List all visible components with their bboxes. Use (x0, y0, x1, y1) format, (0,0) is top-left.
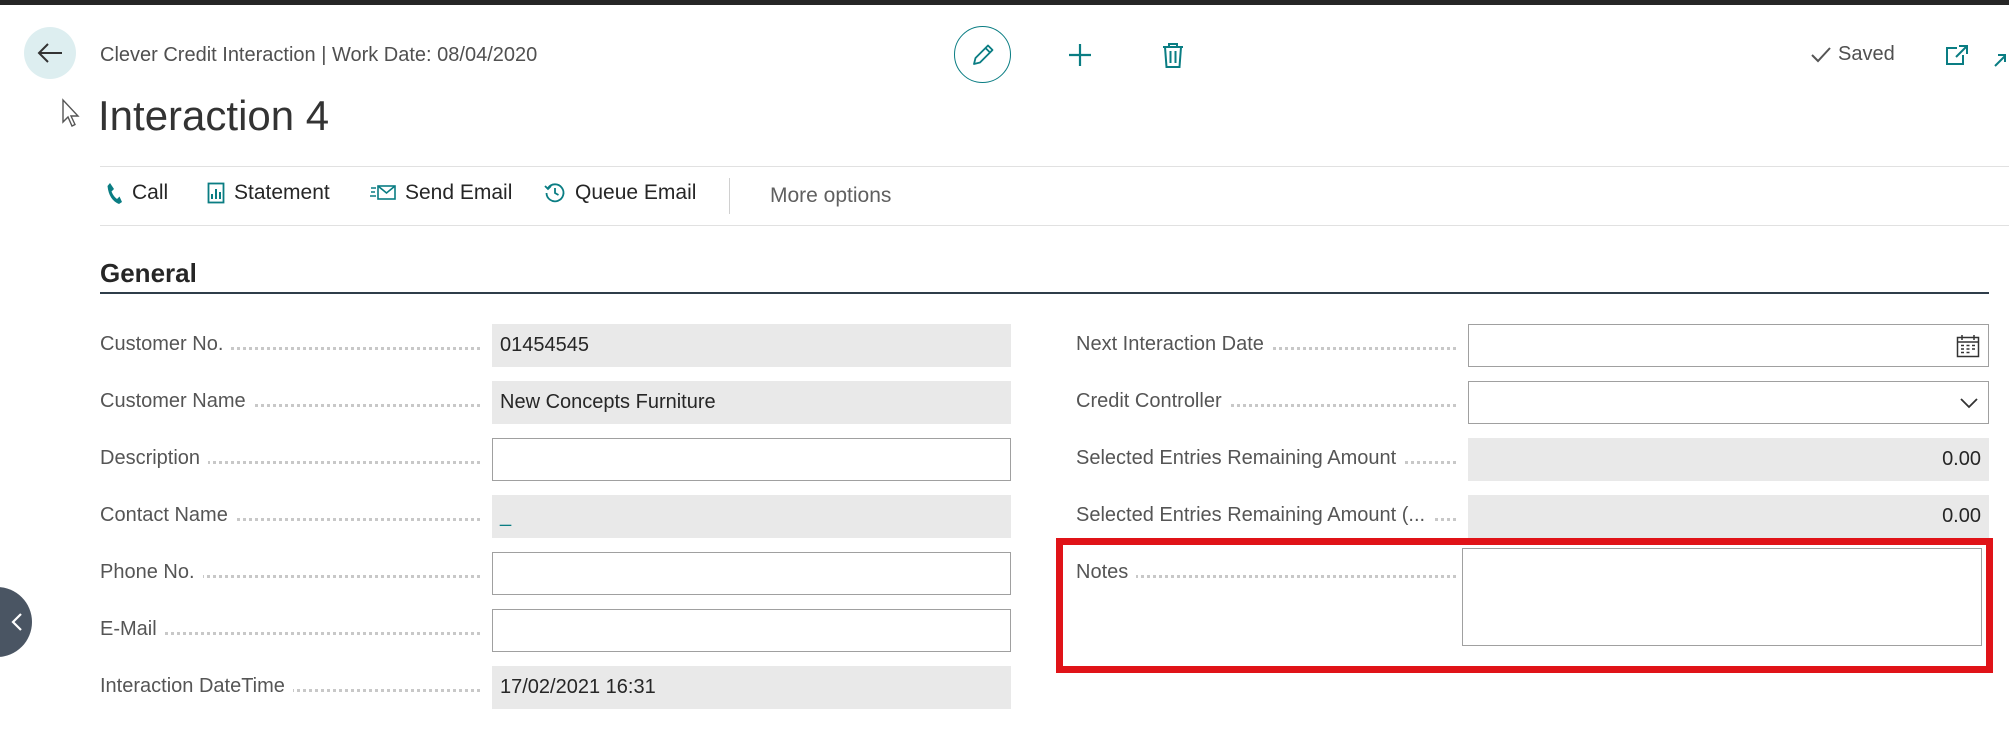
interaction-datetime-value: 17/02/2021 16:31 (500, 676, 656, 698)
next-interaction-date-field[interactable] (1468, 324, 1989, 367)
open-new-window-icon (1946, 45, 1968, 65)
statement-label: Statement (234, 181, 330, 204)
trash-icon (1163, 43, 1183, 68)
phone-icon (107, 183, 122, 204)
customer-no-label: Customer No. (100, 333, 480, 356)
customer-name-field: New Concepts Furniture (492, 381, 1011, 424)
send-email-icon (370, 185, 396, 200)
customer-name-label: Customer Name (100, 390, 480, 413)
send-email-label: Send Email (405, 181, 513, 204)
selected-remaining-amount-field: 0.00 (1468, 438, 1989, 481)
contact-name-value: _ (500, 505, 512, 527)
action-bar: Call Statement Send Email Queue Email Mo… (100, 166, 2009, 226)
more-options-button[interactable]: More options (770, 184, 891, 208)
customer-name-value: New Concepts Furniture (500, 391, 716, 413)
queue-clock-icon (544, 183, 565, 203)
email-field[interactable] (492, 609, 1011, 652)
selected-remaining-amount-lcy-value: 0.00 (1942, 505, 1981, 527)
selected-remaining-amount-lcy-label: Selected Entries Remaining Amount (... (1076, 504, 1456, 527)
expand-arrow-icon (1993, 53, 2006, 67)
selected-remaining-amount-lcy-field: 0.00 (1468, 495, 1989, 538)
statement-action[interactable]: Statement (207, 181, 330, 205)
page-title: Interaction 4 (98, 92, 330, 139)
description-field[interactable] (492, 438, 1011, 481)
saved-label: Saved (1838, 43, 1895, 65)
email-label: E-Mail (100, 618, 480, 641)
mouse-cursor-icon (62, 98, 80, 127)
statement-report-icon (207, 182, 225, 204)
action-divider (729, 178, 730, 214)
section-title-general[interactable]: General (100, 258, 197, 289)
interaction-datetime-field: 17/02/2021 16:31 (492, 666, 1011, 709)
chevron-left-icon (11, 613, 22, 631)
description-label: Description (100, 447, 480, 470)
expand-button[interactable] (1990, 50, 2009, 69)
contact-name-field[interactable]: _ (492, 495, 1011, 538)
call-label: Call (132, 181, 169, 204)
notes-highlight-box (1056, 538, 1993, 673)
contact-name-label: Contact Name (100, 504, 480, 527)
queue-email-label: Queue Email (575, 181, 697, 204)
checkmark-icon (1811, 46, 1831, 62)
chevron-down-icon (1960, 398, 1978, 409)
back-button[interactable] (24, 27, 76, 79)
pencil-icon (972, 44, 993, 65)
queue-email-action[interactable]: Queue Email (544, 181, 696, 205)
selected-remaining-amount-label: Selected Entries Remaining Amount (1076, 447, 1456, 470)
next-interaction-date-label: Next Interaction Date (1076, 333, 1456, 356)
breadcrumb: Clever Credit Interaction | Work Date: 0… (100, 44, 538, 66)
credit-controller-dropdown[interactable] (1468, 381, 1989, 424)
credit-controller-label: Credit Controller (1076, 390, 1456, 413)
new-button[interactable] (1063, 38, 1097, 72)
phone-no-field[interactable] (492, 552, 1011, 595)
edit-button[interactable] (954, 26, 1011, 83)
saved-status: Saved (1810, 43, 1895, 66)
calendar-icon[interactable] (1956, 334, 1980, 358)
interaction-datetime-label: Interaction DateTime (100, 675, 480, 698)
selected-remaining-amount-value: 0.00 (1942, 448, 1981, 470)
top-border (0, 0, 2009, 5)
call-action[interactable]: Call (105, 181, 168, 205)
customer-no-value: 01454545 (500, 334, 589, 356)
delete-button[interactable] (1156, 38, 1190, 72)
arrow-left-icon (37, 43, 62, 63)
open-new-window-button[interactable] (1944, 42, 1970, 68)
collapse-side-button[interactable] (0, 587, 32, 657)
send-email-action[interactable]: Send Email (370, 181, 512, 205)
customer-no-field: 01454545 (492, 324, 1011, 367)
section-divider (100, 292, 1989, 294)
plus-icon (1069, 44, 1091, 66)
phone-no-label: Phone No. (100, 561, 480, 584)
